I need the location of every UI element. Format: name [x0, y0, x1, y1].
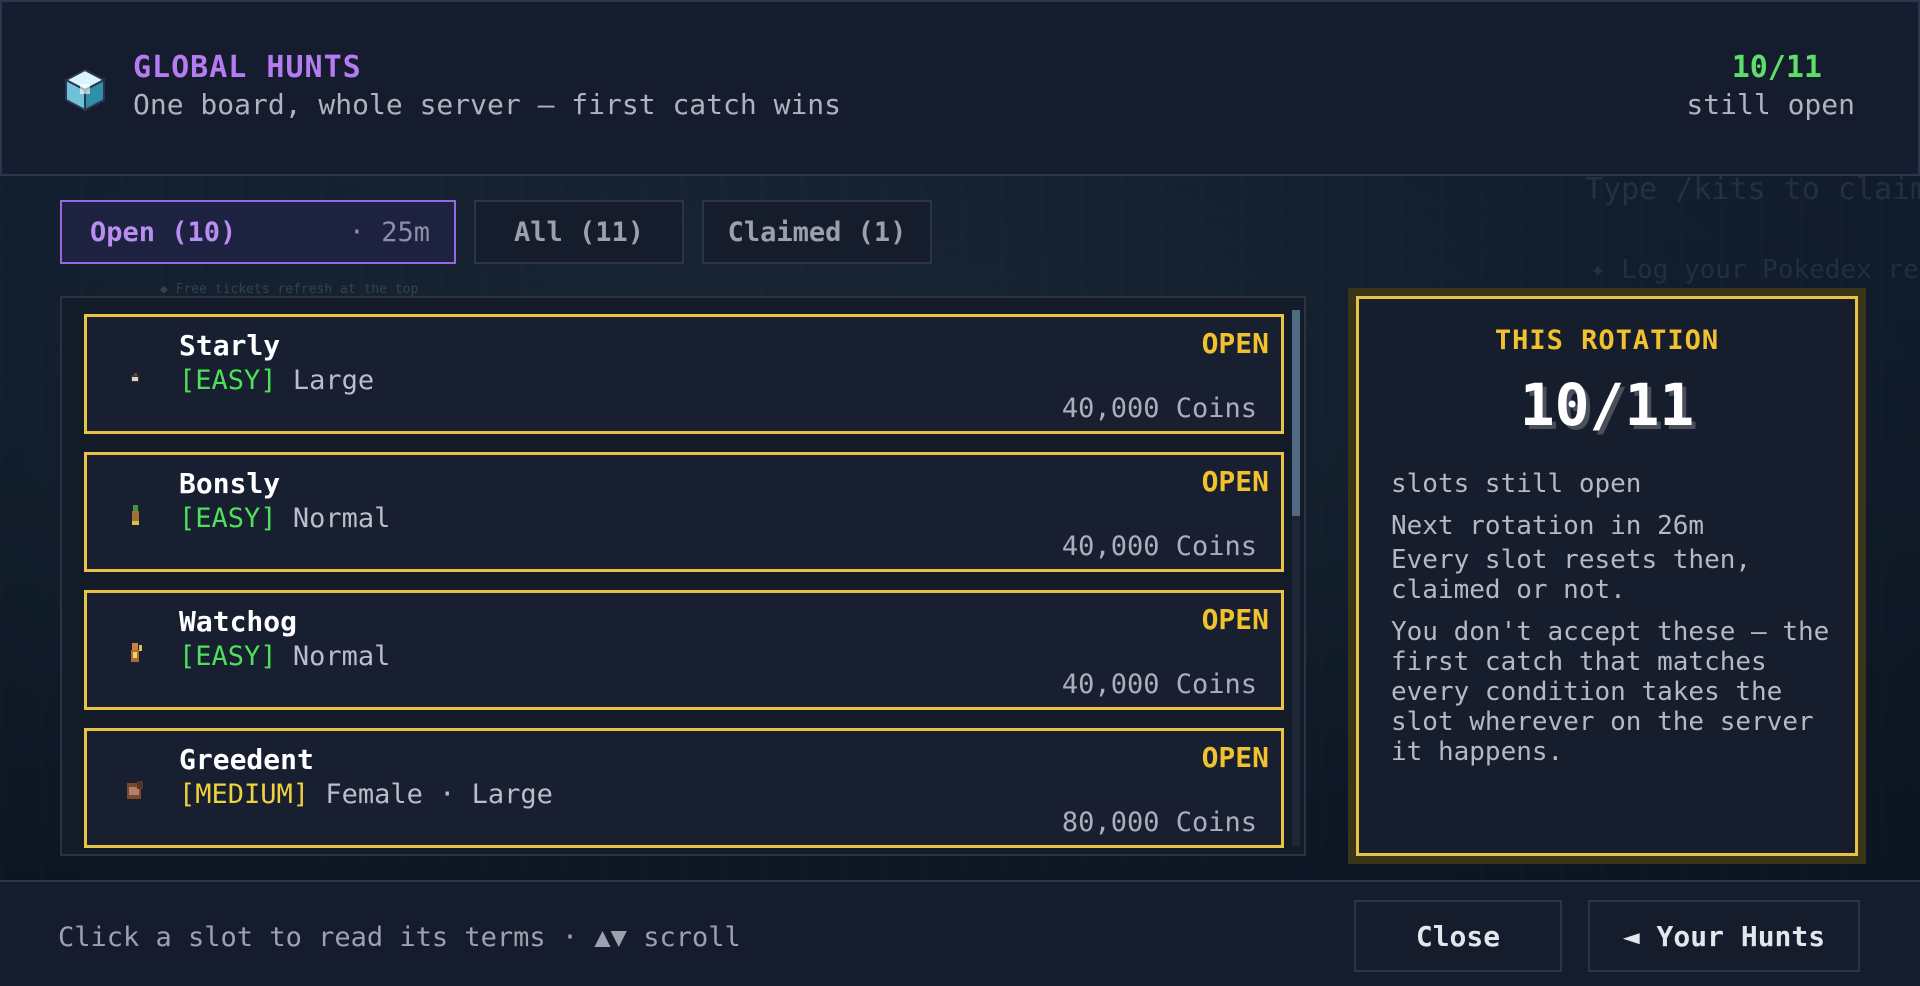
- tab-open-label: Open (10): [90, 216, 237, 248]
- slot-difficulty: [EASY]: [179, 641, 277, 672]
- rotation-count: 10/11: [1519, 371, 1695, 439]
- slot-status-badge: OPEN: [1201, 741, 1269, 774]
- slot-pokemon-name: Greedent: [179, 743, 314, 776]
- slot-difficulty: [MEDIUM]: [179, 779, 310, 810]
- slot-traits: Large: [292, 365, 375, 396]
- slot-conditions: [EASY] Large: [179, 365, 374, 396]
- rotation-details: slots still open Next rotation in 26m Ev…: [1391, 469, 1835, 779]
- slot-difficulty: [EASY]: [179, 365, 277, 396]
- starly-sprite-icon: [131, 373, 139, 382]
- tab-open-timer: · 25m: [348, 216, 430, 248]
- open-count-label: still open: [1686, 88, 1855, 121]
- hunt-slot-greedent[interactable]: Greedent [MEDIUM] Female · Large OPEN 80…: [84, 728, 1284, 848]
- rotation-next: Next rotation in 26m: [1391, 511, 1705, 541]
- rotation-reset-note: Every slot resets then, claimed or not.: [1391, 545, 1752, 605]
- open-count: 10/11: [1731, 50, 1822, 85]
- tab-open[interactable]: Open (10) · 25m: [60, 200, 456, 264]
- bonsly-sprite-icon: [132, 505, 139, 525]
- tab-claimed[interactable]: Claimed (1): [702, 200, 932, 264]
- close-button[interactable]: Close: [1354, 900, 1562, 972]
- footer-bar: Click a slot to read its terms · ▲▼ scro…: [0, 880, 1920, 986]
- slot-reward: 40,000 Coins: [1061, 393, 1257, 424]
- footer-hint: Click a slot to read its terms · ▲▼ scro…: [58, 922, 741, 953]
- rotation-title: THIS ROTATION: [1494, 325, 1720, 356]
- slot-status-badge: OPEN: [1201, 327, 1269, 360]
- slot-status-badge: OPEN: [1201, 465, 1269, 498]
- slot-conditions: [MEDIUM] Female · Large: [179, 779, 553, 810]
- your-hunts-button[interactable]: ◄ Your Hunts: [1588, 900, 1860, 972]
- slot-status-badge: OPEN: [1201, 603, 1269, 636]
- slot-pokemon-name: Watchog: [179, 605, 298, 638]
- slot-traits: Normal: [292, 641, 391, 672]
- slot-reward: 40,000 Coins: [1061, 531, 1257, 562]
- header-bar: GLOBAL HUNTS One board, whole server — f…: [0, 0, 1920, 176]
- rotation-slots-label: slots still open: [1391, 469, 1642, 499]
- background-chat-line: Type /kits to claim: [1585, 172, 1920, 207]
- hunt-slot-watchog[interactable]: Watchog [EASY] Normal OPEN 40,000 Coins: [84, 590, 1284, 710]
- tab-all[interactable]: All (11): [474, 200, 684, 264]
- slot-conditions: [EASY] Normal: [179, 503, 390, 534]
- background-chat-line: ✦ Log your Pokedex rese: [1590, 255, 1920, 285]
- slot-pokemon-name: Bonsly: [179, 467, 281, 500]
- hunt-slot-bonsly[interactable]: Bonsly [EASY] Normal OPEN 40,000 Coins: [84, 452, 1284, 572]
- cube-icon: [64, 68, 106, 112]
- slot-reward: 40,000 Coins: [1061, 669, 1257, 700]
- rotation-panel-inner: THIS ROTATION 10/11 slots still open Nex…: [1356, 296, 1858, 856]
- hunt-slot-starly[interactable]: Starly [EASY] Large OPEN 40,000 Coins: [84, 314, 1284, 434]
- slot-conditions: [EASY] Normal: [179, 641, 390, 672]
- slot-traits: Normal: [292, 503, 391, 534]
- slot-difficulty: [EASY]: [179, 503, 277, 534]
- rotation-accept-note: You don't accept these — the first catch…: [1391, 617, 1830, 767]
- rotation-panel: THIS ROTATION 10/11 slots still open Nex…: [1348, 288, 1866, 864]
- slot-traits: Female · Large: [325, 779, 553, 810]
- slot-reward: 80,000 Coins: [1061, 807, 1257, 838]
- tab-claimed-label: Claimed (1): [727, 216, 907, 248]
- page-subtitle: One board, whole server — first catch wi…: [133, 88, 842, 121]
- scrollbar-thumb[interactable]: [1292, 310, 1300, 516]
- greedent-sprite-icon: [127, 781, 143, 799]
- watchog-sprite-icon: [131, 643, 142, 662]
- page-title: GLOBAL HUNTS: [133, 50, 362, 85]
- slot-pokemon-name: Starly: [179, 329, 281, 362]
- tab-all-label: All (11): [513, 216, 645, 248]
